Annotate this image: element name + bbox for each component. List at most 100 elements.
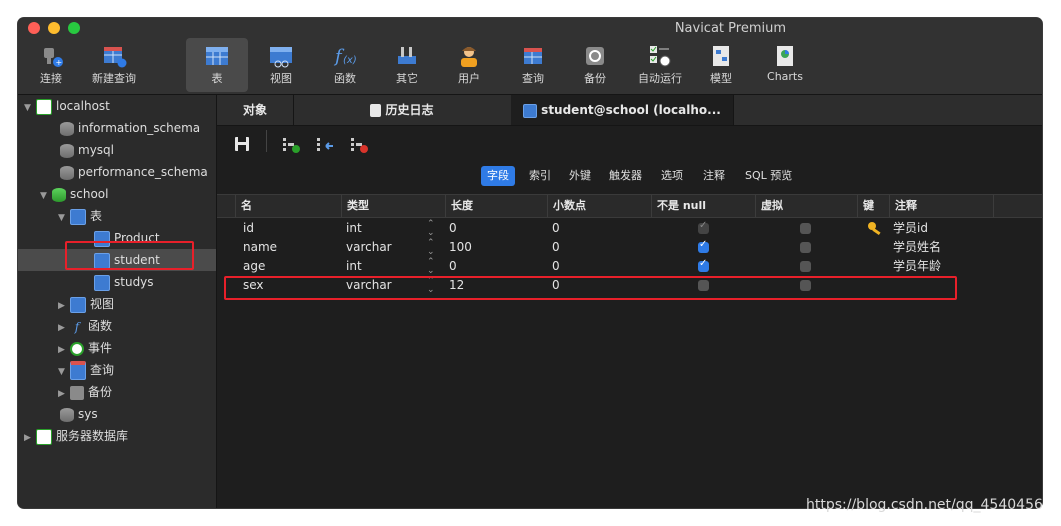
field-comment-cell[interactable]: 学员姓名 — [893, 238, 941, 257]
stepper-icon[interactable]: ⌃ ⌄ — [427, 220, 435, 238]
field-decimals-cell[interactable]: 0 — [552, 257, 560, 276]
plug-icon: + — [38, 44, 64, 68]
table-row[interactable]: name varchar ⌃⌄ 100 0 学员姓名 — [217, 238, 1042, 257]
highlight-box-sex-row — [224, 276, 957, 300]
tab-sql-preview[interactable]: SQL 预览 — [739, 166, 798, 186]
dolphin-icon — [36, 98, 52, 115]
toolbar-view-button[interactable]: 视图 — [258, 38, 304, 92]
tab-indexes[interactable]: 索引 — [523, 166, 557, 186]
field-comment-cell[interactable]: 学员年龄 — [893, 257, 941, 276]
title-bar: Navicat Premium — [18, 18, 1042, 38]
tree-db-information-schema[interactable]: information_schema — [60, 117, 200, 139]
tree-db-school[interactable]: ▼ school — [40, 183, 108, 205]
toolbar-backup-button[interactable]: 备份 — [572, 38, 618, 92]
column-header-comment[interactable]: 注释 — [889, 195, 993, 217]
field-decimals-cell[interactable]: 0 — [552, 219, 560, 238]
user-icon — [456, 44, 482, 68]
tree-folder-tables[interactable]: ▼ 表 — [58, 205, 102, 227]
delete-field-icon[interactable] — [351, 138, 369, 157]
tab-objects[interactable]: 对象 — [217, 95, 294, 125]
not-null-checkbox[interactable] — [698, 239, 709, 253]
tree-connection-localhost[interactable]: ▼ localhost — [24, 95, 110, 117]
column-header-length[interactable]: 长度 — [445, 195, 547, 217]
tab-foreign-keys[interactable]: 外键 — [563, 166, 597, 186]
tab-options[interactable]: 选项 — [655, 166, 689, 186]
save-icon[interactable] — [235, 137, 249, 154]
field-decimals-cell[interactable]: 0 — [552, 238, 560, 257]
tree-folder-functions[interactable]: ▶ f 函数 — [58, 315, 112, 337]
add-field-icon[interactable] — [283, 138, 301, 157]
virtual-checkbox[interactable] — [800, 223, 811, 234]
database-icon — [60, 121, 74, 136]
stepper-icon[interactable]: ⌃ ⌄ — [427, 258, 435, 276]
tab-history-log[interactable]: 历史日志 — [293, 95, 512, 125]
column-header-virtual[interactable]: 虚拟 — [755, 195, 857, 217]
tab-triggers[interactable]: 触发器 — [603, 166, 648, 186]
chevron-down-icon: ▼ — [40, 191, 47, 201]
field-comment-cell[interactable]: 学员id — [893, 219, 928, 238]
column-header-decimals[interactable]: 小数点 — [547, 195, 651, 217]
stepper-icon[interactable]: ⌃ ⌄ — [427, 239, 435, 257]
not-null-checkbox[interactable] — [698, 258, 709, 272]
toolbar-charts-button[interactable]: Charts — [762, 38, 808, 92]
table-row[interactable]: age int ⌃⌄ 0 0 学员年龄 — [217, 257, 1042, 276]
clock-icon — [70, 341, 84, 356]
tree-folder-backups[interactable]: ▶ 备份 — [58, 381, 112, 403]
chevron-right-icon: ▶ — [58, 323, 65, 333]
toolbar-other-button[interactable]: 其它 — [384, 38, 430, 92]
tree-folder-views[interactable]: ▶ 视图 — [58, 293, 114, 315]
chevron-right-icon: ▶ — [24, 433, 31, 443]
toolbar-table-button[interactable]: 表 — [186, 38, 248, 92]
database-icon — [60, 143, 74, 158]
field-type-cell[interactable]: int — [346, 257, 362, 276]
field-type-cell[interactable]: varchar — [346, 238, 392, 257]
toolbar-automation-button[interactable]: 自动运行 — [632, 38, 688, 92]
table-row[interactable]: id int ⌃⌄ 0 0 学员id — [217, 219, 1042, 238]
tools-icon — [394, 44, 420, 68]
window-title: Navicat Premium — [674, 21, 786, 36]
key-icon[interactable] — [867, 219, 883, 238]
toolbar-connect-button[interactable]: + 连接 — [30, 38, 72, 92]
toolbar-model-button[interactable]: 模型 — [698, 38, 744, 92]
tree-table-studys[interactable]: studys — [94, 271, 154, 293]
object-tree-sidebar: ▼ localhost information_schema mysql perf… — [18, 95, 217, 508]
main-toolbar: + 连接 新建查询 表 视图 f (x) 函数 其它 用户 查询 备份 自动运行… — [18, 38, 1042, 95]
field-type-cell[interactable]: int — [346, 219, 362, 238]
svg-text:+: + — [56, 58, 63, 67]
table-icon — [94, 274, 110, 291]
toolbar-user-button[interactable]: 用户 — [446, 38, 492, 92]
tab-student-table[interactable]: student@school (localho... — [511, 95, 734, 125]
tree-db-mysql[interactable]: mysql — [60, 139, 114, 161]
tab-comment[interactable]: 注释 — [697, 166, 731, 186]
virtual-checkbox[interactable] — [800, 261, 811, 272]
field-length-cell[interactable]: 100 — [449, 238, 472, 257]
toolbar-query-button[interactable]: 查询 — [510, 38, 556, 92]
design-toolbar — [217, 126, 1042, 162]
tree-folder-events[interactable]: ▶ 事件 — [58, 337, 112, 359]
field-name-cell[interactable]: age — [243, 257, 265, 276]
tab-fields[interactable]: 字段 — [481, 166, 515, 186]
field-name-cell[interactable]: id — [243, 219, 254, 238]
insert-field-icon[interactable] — [317, 138, 335, 157]
tree-db-performance-schema[interactable]: performance_schema — [60, 161, 208, 183]
field-length-cell[interactable]: 0 — [449, 257, 457, 276]
query-icon — [70, 361, 86, 380]
column-header-key[interactable]: 键 — [857, 195, 889, 217]
field-length-cell[interactable]: 0 — [449, 219, 457, 238]
tree-server-databases[interactable]: ▶ 服务器数据库 — [24, 425, 128, 447]
column-header-name[interactable]: 名 — [235, 195, 341, 217]
database-icon — [60, 407, 74, 422]
automation-icon — [647, 44, 673, 68]
toolbar-new-query-button[interactable]: 新建查询 — [86, 38, 142, 92]
tree-folder-queries[interactable]: ▼ 查询 — [58, 359, 114, 381]
database-icon — [60, 165, 74, 180]
field-name-cell[interactable]: name — [243, 238, 277, 257]
column-header-not-null[interactable]: 不是 null — [651, 195, 755, 217]
table-icon — [70, 208, 86, 225]
tree-db-sys[interactable]: sys — [60, 403, 98, 425]
toolbar-function-button[interactable]: f (x) 函数 — [322, 38, 368, 92]
column-header-type[interactable]: 类型 — [341, 195, 445, 217]
chevron-right-icon: ▶ — [58, 389, 65, 399]
not-null-checkbox[interactable] — [698, 220, 709, 234]
virtual-checkbox[interactable] — [800, 242, 811, 253]
